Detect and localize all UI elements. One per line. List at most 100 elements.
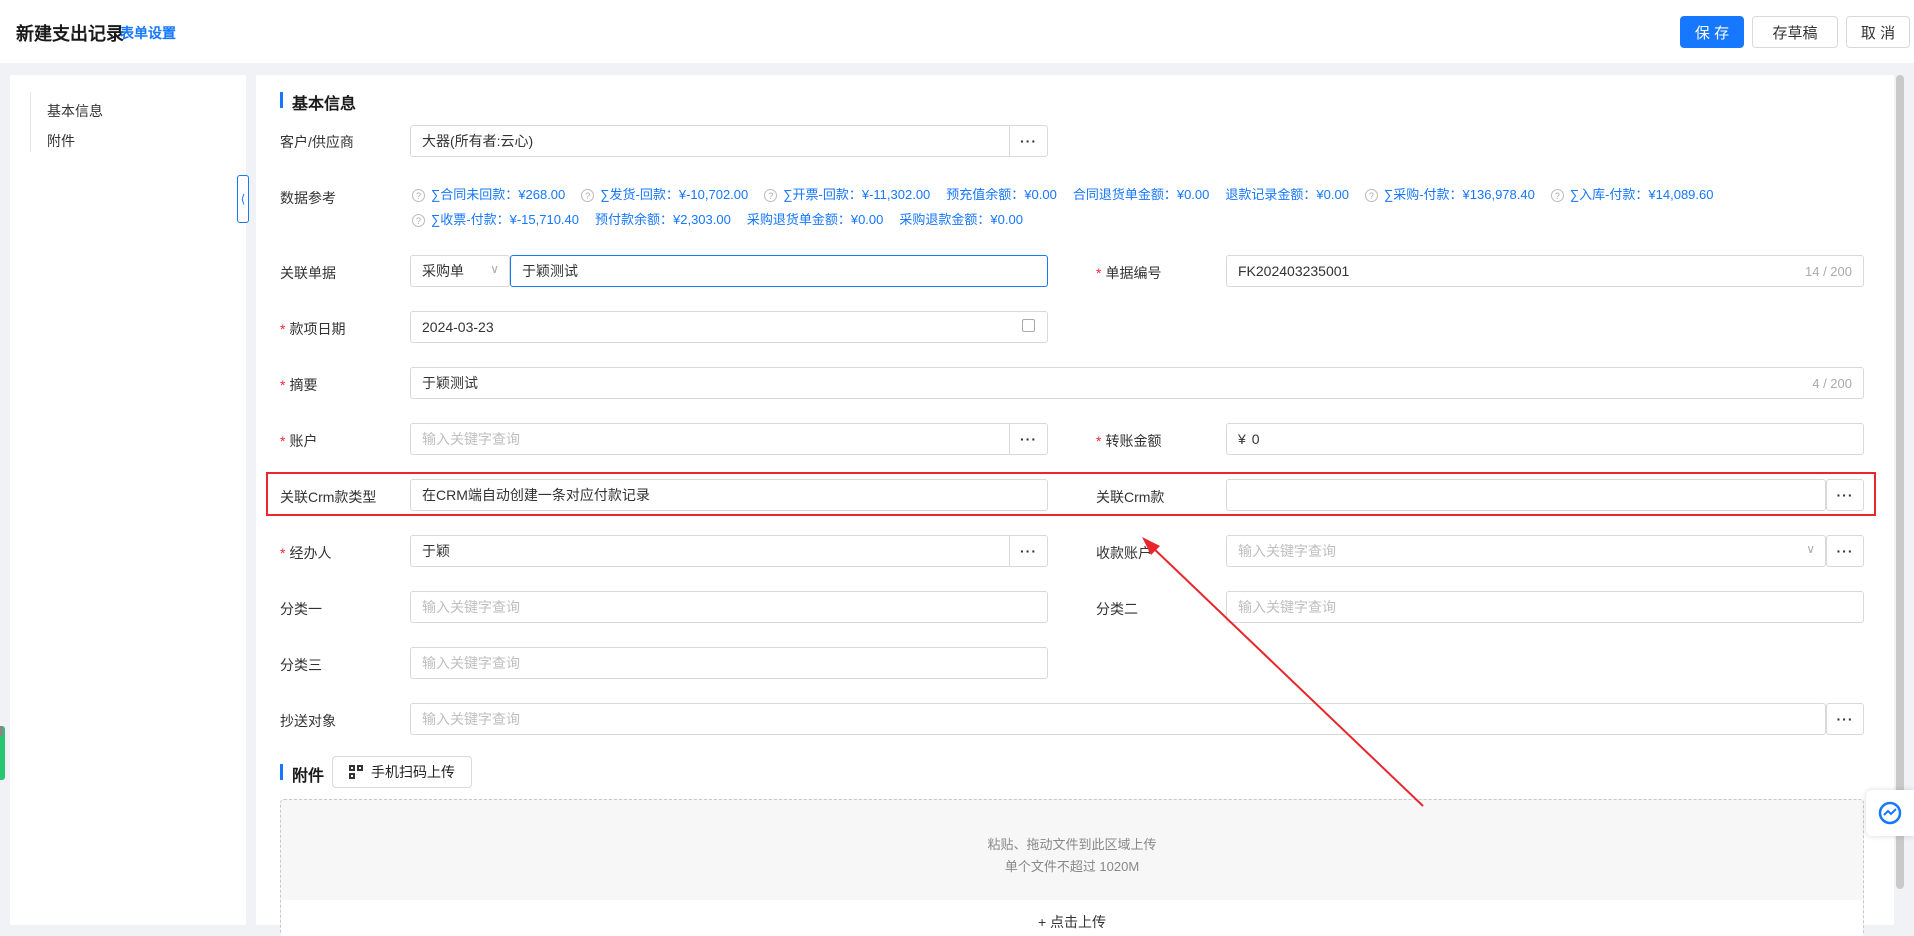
related-doc-label: 关联单据 xyxy=(280,265,336,281)
cat1-placeholder: 输入关键字查询 xyxy=(422,599,520,615)
chevron-left-icon: ⟨ xyxy=(240,192,246,206)
help-icon[interactable]: ? xyxy=(412,214,425,227)
amount-value: 0 xyxy=(1251,431,1260,447)
section-title-basic: 基本信息 xyxy=(280,90,356,114)
chevron-down-icon: ∨ xyxy=(490,262,499,276)
cat1-label: 分类一 xyxy=(280,601,322,617)
data-ref-item: 采购退款金额：¥0.00 xyxy=(899,212,1023,227)
receiver-account-placeholder: 输入关键字查询 xyxy=(1238,543,1336,559)
section-nav: 基本信息 附件 xyxy=(10,75,246,925)
data-ref-line-1: ? ∑合同未回款：¥268.00 ? ∑发货-回款：¥-10,702.00 ? ∑开票-回… xyxy=(412,184,1730,203)
required-mark: * xyxy=(1096,265,1102,281)
cat2-placeholder: 输入关键字查询 xyxy=(1238,599,1336,615)
handler-field[interactable]: 于颖 ··· xyxy=(410,535,1048,567)
summary-counter: 4 / 200 xyxy=(1812,376,1852,391)
cat3-placeholder: 输入关键字查询 xyxy=(422,655,520,671)
nav-item-basic-info[interactable]: 基本信息 xyxy=(47,101,103,121)
data-ref-item: ? ∑发货-回款：¥-10,702.00 xyxy=(581,187,748,202)
date-label: * 款项日期 xyxy=(280,321,346,337)
related-doc-type-select[interactable]: 采购单 ∨ xyxy=(410,255,510,287)
customer-value: 大器(所有者:云心) xyxy=(422,133,534,149)
size-hint: 单个文件不超过 1020M xyxy=(1004,859,1140,874)
account-field[interactable]: 输入关键字查询 ··· xyxy=(410,423,1048,455)
customer-label: 客户/供应商 xyxy=(280,134,354,150)
data-ref-item: ? ∑收票-付款：¥-15,710.40 xyxy=(412,212,579,227)
summary-value: 于颖测试 xyxy=(422,375,478,391)
amount-label: * 转账金额 xyxy=(1096,433,1162,449)
page-header: 新建支出记录 表单设置 保 存 存草稿 取 消 xyxy=(0,0,1914,63)
data-ref-item: 合同退货单金额：¥0.00 xyxy=(1072,187,1210,202)
nav-divider xyxy=(30,92,31,152)
help-icon[interactable]: ? xyxy=(412,189,425,202)
doc-no-label: * 单据编号 xyxy=(1096,265,1162,281)
nav-item-attachment[interactable]: 附件 xyxy=(47,131,75,151)
qr-code-icon xyxy=(349,765,363,779)
currency-symbol: ¥ xyxy=(1238,431,1246,447)
form-settings-link[interactable]: 表单设置 xyxy=(120,23,176,43)
doc-no-counter: 14 / 200 xyxy=(1805,264,1852,279)
data-ref-item: ? ∑入库-付款：¥14,089.60 xyxy=(1550,187,1714,202)
data-ref-item: ? ∑开票-回款：¥-11,302.00 xyxy=(764,187,930,202)
account-placeholder: 输入关键字查询 xyxy=(422,431,520,447)
section-title-attachment: 附件 xyxy=(280,762,324,786)
doc-no-value: FK202403235001 xyxy=(1238,263,1350,279)
doc-no-input[interactable]: FK202403235001 14 / 200 xyxy=(1226,255,1864,287)
handler-label: * 经办人 xyxy=(280,545,332,561)
receiver-account-label: 收款账户 xyxy=(1096,545,1152,561)
cc-placeholder: 输入关键字查询 xyxy=(422,711,520,727)
receiver-account-picker-button[interactable]: ··· xyxy=(1826,535,1864,567)
cat2-label: 分类二 xyxy=(1096,601,1138,617)
chevron-down-icon: ∨ xyxy=(1806,542,1815,556)
customer-field[interactable]: 大器(所有者:云心) ··· xyxy=(410,125,1048,157)
cancel-button[interactable]: 取 消 xyxy=(1846,16,1910,48)
handler-value: 于颖 xyxy=(422,543,450,559)
assistant-icon xyxy=(1878,801,1902,825)
save-draft-button[interactable]: 存草稿 xyxy=(1752,16,1838,48)
date-value: 2024-03-23 xyxy=(422,319,494,335)
data-ref-item: 预充值余额：¥0.00 xyxy=(946,187,1057,202)
page-title: 新建支出记录 xyxy=(16,24,124,44)
account-label: * 账户 xyxy=(280,433,318,449)
side-float-tab-marker xyxy=(0,726,3,736)
receiver-account-select[interactable]: 输入关键字查询 ∨ xyxy=(1226,535,1826,567)
assistant-float-button[interactable] xyxy=(1866,790,1914,836)
amount-input[interactable]: ¥ 0 xyxy=(1226,423,1864,455)
customer-picker-button[interactable]: ··· xyxy=(1009,125,1047,157)
cat1-input[interactable]: 输入关键字查询 xyxy=(410,591,1048,623)
data-ref-item: 退款记录金额：¥0.00 xyxy=(1225,187,1349,202)
scrollbar[interactable] xyxy=(1896,75,1904,889)
data-ref-item: ? ∑采购-付款：¥136,978.40 xyxy=(1364,187,1535,202)
annotation-highlight-box xyxy=(266,472,1876,516)
help-icon[interactable]: ? xyxy=(581,189,595,202)
click-upload-label[interactable]: + 点击上传 xyxy=(281,912,1863,932)
cc-picker-button[interactable]: ··· xyxy=(1826,703,1864,735)
date-input[interactable]: 2024-03-23 xyxy=(410,311,1048,343)
cc-label: 抄送对象 xyxy=(280,713,336,729)
handler-picker-button[interactable]: ··· xyxy=(1009,535,1047,567)
data-ref-line-2: ? ∑收票-付款：¥-15,710.40 预付款余额：¥2,303.00 采购退货单金… xyxy=(412,209,1039,228)
help-icon[interactable]: ? xyxy=(764,189,778,202)
related-doc-type-value: 采购单 xyxy=(422,263,464,279)
related-doc-input[interactable]: 于颖测试 xyxy=(510,255,1048,287)
sidebar-collapse-button[interactable]: ⟨ xyxy=(237,175,249,223)
help-icon[interactable]: ? xyxy=(1550,189,1564,202)
cat3-input[interactable]: 输入关键字查询 xyxy=(410,647,1048,679)
cat3-label: 分类三 xyxy=(280,657,322,673)
summary-input[interactable]: 于颖测试 4 / 200 xyxy=(410,367,1864,399)
data-ref-item: ? ∑合同未回款：¥268.00 xyxy=(412,187,565,202)
related-doc-value: 于颖测试 xyxy=(522,263,578,279)
scan-upload-label: 手机扫码上传 xyxy=(371,764,455,780)
cat2-input[interactable]: 输入关键字查询 xyxy=(1226,591,1864,623)
drop-hint: 粘贴、拖动文件到此区域上传 xyxy=(987,837,1157,852)
account-picker-button[interactable]: ··· xyxy=(1009,423,1047,455)
calendar-icon xyxy=(1022,319,1035,332)
summary-label: * 摘要 xyxy=(280,377,318,393)
data-ref-item: 预付款余额：¥2,303.00 xyxy=(595,212,731,227)
data-ref-label: 数据参考 xyxy=(280,190,336,206)
help-icon[interactable]: ? xyxy=(1364,189,1378,202)
data-ref-item: 采购退货单金额：¥0.00 xyxy=(746,212,884,227)
cc-input[interactable]: 输入关键字查询 xyxy=(410,703,1826,735)
save-button[interactable]: 保 存 xyxy=(1680,16,1744,48)
upload-dropzone[interactable]: 粘贴、拖动文件到此区域上传 单个文件不超过 1020M + 点击上传 xyxy=(280,799,1864,936)
scan-upload-button[interactable]: 手机扫码上传 xyxy=(332,756,472,788)
